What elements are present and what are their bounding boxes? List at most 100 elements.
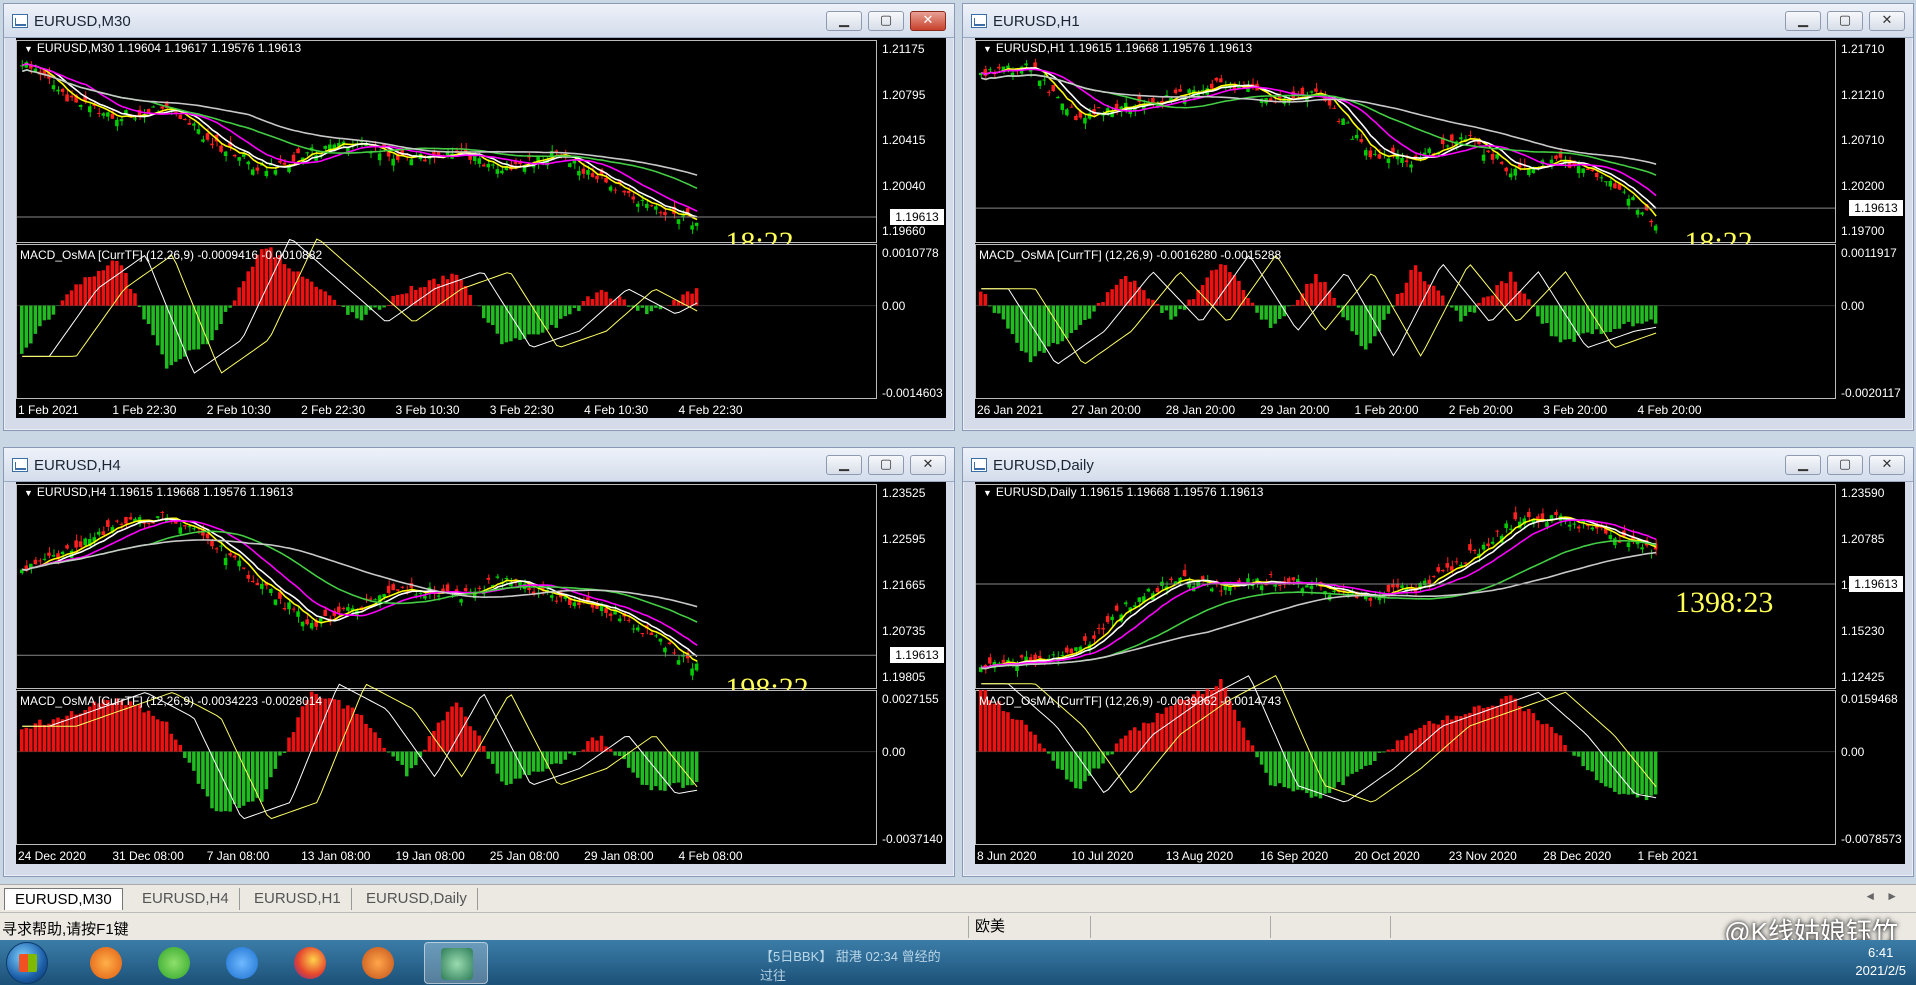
moving-average-line: [22, 539, 698, 608]
macd-histogram-bar: [187, 751, 192, 763]
chart-window-2[interactable]: EURUSD,H4 ▁ ▢ ✕ ▼ EURUSD,H4 1.19615 1.1966…: [3, 447, 955, 877]
macd-histogram-bar: [1382, 305, 1386, 320]
time-axis-label: 19 Jan 08:00: [395, 849, 465, 863]
window-titlebar[interactable]: EURUSD,M30 ▁ ▢ ✕: [4, 4, 954, 38]
candle-body: [60, 88, 65, 92]
time-axis-label: 26 Jan 2021: [977, 403, 1044, 417]
chart-tab-bar: EURUSD,M30 EURUSD,H4 EURUSD,H1 EURUSD,Da…: [0, 884, 1916, 912]
mascot-app-icon[interactable]: [352, 942, 404, 984]
chart-window-3[interactable]: EURUSD,Daily ▁ ▢ ✕ ▼ EURUSD,Daily 1.19615 …: [962, 447, 1914, 877]
candle-body: [400, 586, 404, 588]
minimize-button[interactable]: ▁: [826, 455, 862, 475]
macd-histogram-bar: [1391, 749, 1395, 752]
candle-body: [1110, 616, 1114, 621]
candle-body: [1504, 523, 1508, 529]
macd-histogram-bar: [300, 276, 305, 306]
firefox-icon[interactable]: [284, 942, 336, 984]
macd-histogram-bar: [1178, 305, 1182, 310]
macd-histogram-bar: [110, 703, 115, 752]
ohlc-readout: ▼ EURUSD,M30 1.19604 1.19617 1.19576 1.19…: [24, 41, 301, 55]
macd-tick-label: -0.0078573: [1841, 832, 1902, 846]
maximize-button[interactable]: ▢: [868, 11, 904, 31]
candle-body: [1046, 91, 1051, 93]
macd-histogram-bar: [1219, 264, 1223, 306]
minimize-button[interactable]: ▁: [826, 11, 862, 31]
system-tray: 6:41 2021/2/5: [1626, 940, 1916, 985]
candle-body: [1499, 161, 1504, 164]
close-button[interactable]: ✕: [1869, 11, 1905, 31]
macd-histogram-bar: [595, 292, 599, 306]
macd-histogram-bar: [69, 711, 74, 752]
candle-body: [463, 588, 468, 592]
chart-area[interactable]: ▼ EURUSD,M30 1.19604 1.19617 1.19576 1.19…: [16, 38, 946, 418]
minimize-button[interactable]: ▁: [1785, 11, 1821, 31]
window-titlebar[interactable]: EURUSD,H1 ▁ ▢ ✕: [963, 4, 1913, 38]
start-button[interactable]: [6, 942, 48, 984]
tab-eurusd-h1[interactable]: EURUSD,H1: [244, 888, 352, 910]
macd-histogram-bar: [337, 699, 341, 752]
macd-histogram-bar: [101, 270, 106, 306]
close-button[interactable]: ✕: [910, 455, 946, 475]
macd-histogram-bar: [1653, 751, 1658, 795]
clock[interactable]: 6:41 2021/2/5: [1855, 944, 1906, 980]
macd-histogram-bar: [1590, 305, 1594, 335]
maximize-button[interactable]: ▢: [1827, 11, 1863, 31]
minimize-button[interactable]: ▁: [1785, 455, 1821, 475]
macd-histogram-bar: [572, 751, 577, 756]
macd-histogram-bar: [1463, 305, 1468, 316]
chart-window-1[interactable]: EURUSD,H1 ▁ ▢ ✕ ▼ EURUSD,H1 1.19615 1.1966…: [962, 3, 1914, 431]
macd-histogram-bar: [1640, 751, 1644, 794]
browser-icon[interactable]: [80, 942, 132, 984]
macd-indicator-label: MACD_OsMA [CurrTF] (12,26,9) -0.0034223 …: [20, 694, 323, 708]
candle-body: [1273, 584, 1277, 587]
collapse-triangle-icon[interactable]: ▼: [983, 44, 992, 54]
macd-histogram-bar: [1132, 727, 1137, 752]
chart-area[interactable]: ▼ EURUSD,H4 1.19615 1.19668 1.19576 1.196…: [16, 482, 946, 864]
macd-histogram-bar: [1377, 305, 1382, 332]
collapse-triangle-icon[interactable]: ▼: [983, 488, 992, 498]
candle-body: [1214, 77, 1219, 81]
candle-body: [1146, 588, 1151, 592]
macd-histogram-bar: [1413, 265, 1418, 306]
candle-body: [346, 607, 350, 611]
tab-eurusd-h4[interactable]: EURUSD,H4: [132, 888, 240, 910]
collapse-triangle-icon[interactable]: ▼: [24, 44, 33, 54]
collapse-triangle-icon[interactable]: ▼: [24, 488, 33, 498]
macd-histogram-bar: [554, 305, 558, 328]
maximize-button[interactable]: ▢: [868, 455, 904, 475]
candle-body: [658, 638, 663, 642]
trading-terminal-icon[interactable]: [424, 942, 488, 984]
macd-histogram-bar: [1490, 705, 1495, 752]
macd-histogram-bar: [282, 751, 287, 754]
macd-histogram-bar: [549, 751, 554, 765]
window-titlebar[interactable]: EURUSD,Daily ▁ ▢ ✕: [963, 448, 1913, 482]
candle-body: [119, 119, 124, 122]
macd-histogram-bar: [1006, 305, 1010, 329]
macd-histogram-bar: [173, 739, 178, 752]
tab-scroll-arrows[interactable]: ◄►: [1864, 889, 1908, 903]
candle-body: [51, 85, 56, 90]
macd-tick-label: -0.0020117: [1841, 386, 1901, 400]
close-button[interactable]: ✕: [1869, 455, 1905, 475]
macd-histogram-bar: [1055, 751, 1060, 769]
macd-histogram-bar: [1264, 751, 1268, 773]
chart-window-0[interactable]: EURUSD,M30 ▁ ▢ ✕ ▼ EURUSD,M30 1.19604 1.19…: [3, 3, 955, 431]
feather-icon[interactable]: [216, 942, 268, 984]
macd-histogram-bar: [1065, 305, 1069, 339]
candle-body: [626, 619, 631, 621]
candle-body: [1531, 168, 1536, 173]
chart-area[interactable]: ▼ EURUSD,H1 1.19615 1.19668 1.19576 1.196…: [975, 38, 1905, 418]
maximize-button[interactable]: ▢: [1827, 455, 1863, 475]
window-titlebar[interactable]: EURUSD,H4 ▁ ▢ ✕: [4, 448, 954, 482]
candle-body: [119, 523, 124, 525]
tab-eurusd-daily[interactable]: EURUSD,Daily: [356, 888, 478, 910]
wechat-icon[interactable]: [148, 942, 200, 984]
candle-body: [187, 122, 192, 125]
price-tick-label: 1.15230: [1841, 624, 1885, 638]
macd-histogram-bar: [1536, 305, 1540, 317]
close-button[interactable]: ✕: [910, 11, 946, 31]
price-tick-label: 1.23590: [1841, 486, 1885, 500]
chart-area[interactable]: ▼ EURUSD,Daily 1.19615 1.19668 1.19576 1.…: [975, 482, 1905, 864]
tab-eurusd-m30[interactable]: EURUSD,M30: [4, 888, 123, 910]
macd-histogram-bar: [441, 720, 445, 752]
